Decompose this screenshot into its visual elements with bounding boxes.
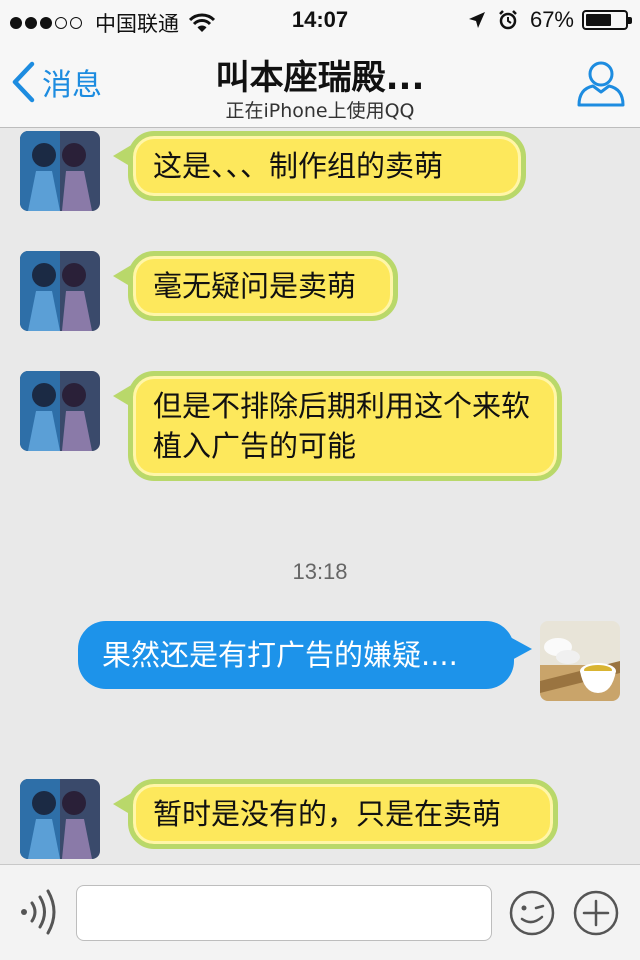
my-avatar[interactable] bbox=[540, 621, 620, 701]
battery-fill bbox=[586, 14, 612, 26]
chat-subtitle: 正在iPhone上使用QQ bbox=[225, 100, 415, 122]
emoji-icon[interactable] bbox=[508, 889, 556, 937]
outgoing-message-bubble[interactable]: 果然还是有打广告的嫌疑.... bbox=[78, 621, 532, 689]
contact-avatar[interactable] bbox=[20, 779, 100, 859]
battery-percent: 67% bbox=[529, 7, 574, 32]
incoming-message-bubble[interactable]: 暂时是没有的，只是在卖萌 bbox=[113, 779, 558, 849]
status-bar: 中国联通 14:07 67% bbox=[0, 0, 640, 40]
chat-message-list[interactable]: 这是、、、制作组的卖萌 毫无疑问是卖萌 但是不排除后期利用这个来软植入广告的可能… bbox=[0, 129, 640, 864]
voice-input-icon[interactable] bbox=[16, 889, 60, 935]
message-row: 暂时是没有的，只是在卖萌 bbox=[0, 777, 640, 864]
battery-icon bbox=[582, 10, 632, 30]
chat-title: 叫本座瑞殿... bbox=[215, 58, 425, 98]
location-arrow-icon bbox=[468, 12, 485, 28]
contact-avatar[interactable] bbox=[20, 371, 100, 451]
plus-icon[interactable] bbox=[572, 889, 620, 937]
message-row: 毫无疑问是卖萌 bbox=[0, 249, 640, 339]
message-input-bar bbox=[0, 864, 640, 960]
message-row: 但是不排除后期利用这个来软植入广告的可能 bbox=[0, 369, 640, 499]
contact-avatar[interactable] bbox=[20, 251, 100, 331]
message-text-field[interactable] bbox=[76, 885, 492, 941]
navigation-bar: 消息 叫本座瑞殿... 正在iPhone上使用QQ bbox=[0, 40, 640, 128]
message-row: 这是、、、制作组的卖萌 bbox=[0, 129, 640, 219]
incoming-message-bubble[interactable]: 但是不排除后期利用这个来软植入广告的可能 bbox=[113, 371, 562, 481]
user-profile-icon[interactable] bbox=[576, 58, 626, 108]
incoming-message-bubble[interactable]: 毫无疑问是卖萌 bbox=[113, 251, 398, 321]
contact-avatar[interactable] bbox=[20, 131, 100, 211]
alarm-clock-icon bbox=[499, 10, 517, 30]
incoming-message-bubble[interactable]: 这是、、、制作组的卖萌 bbox=[113, 131, 526, 201]
message-row: 果然还是有打广告的嫌疑.... bbox=[0, 619, 640, 749]
status-right: 67% bbox=[468, 7, 632, 33]
message-timestamp: 13:18 bbox=[292, 559, 348, 584]
